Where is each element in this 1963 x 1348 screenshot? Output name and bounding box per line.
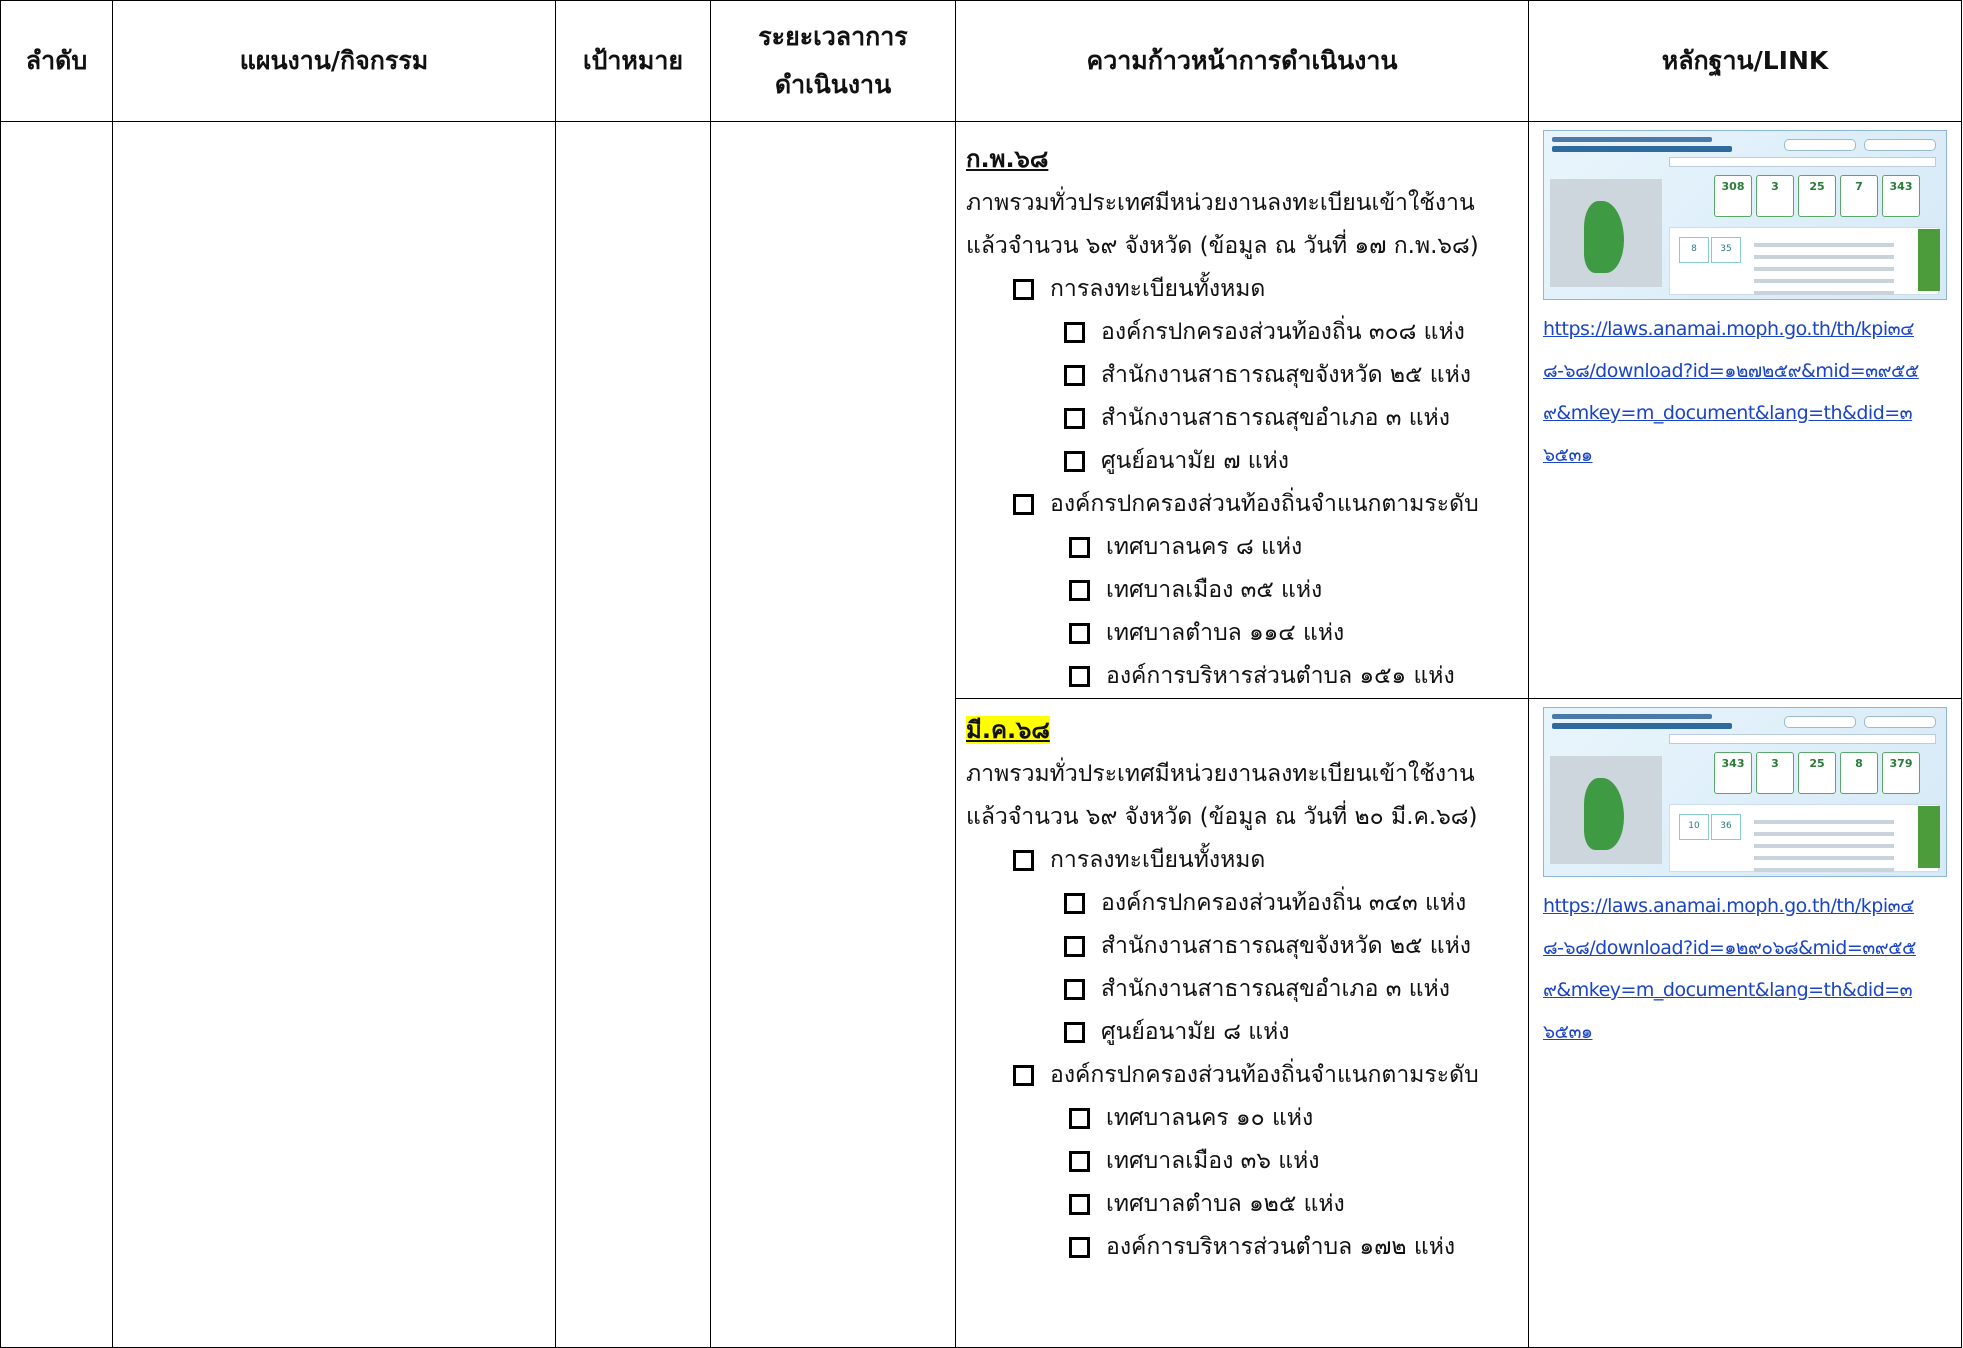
dashboard-screenshot-image: 308 3 25 7 343 8 35 [1543, 130, 1947, 300]
checkbox-icon [1064, 979, 1085, 1000]
plan-cell [112, 121, 556, 1348]
checkbox-item[interactable]: เทศบาลเมือง ๓๖ แห่ง [966, 1140, 1518, 1183]
checkbox-item[interactable]: องค์กรปกครองส่วนท้องถิ่น ๓๐๘ แห่ง [966, 311, 1518, 354]
progress-table: ลำดับ แผนงาน/กิจกรรม เป้าหมาย ระยะเวลากา… [0, 0, 1962, 1348]
checkbox-icon [1069, 666, 1090, 687]
progress-cell-feb: ก.พ.๖๘ ภาพรวมทั่วประเทศมีหน่วยงานลงทะเบี… [955, 121, 1529, 699]
checkbox-icon [1013, 494, 1034, 515]
checkbox-item[interactable]: องค์กรปกครองส่วนท้องถิ่นจำแนกตามระดับ [966, 1054, 1518, 1097]
checkbox-icon [1064, 365, 1085, 386]
checkbox-icon [1069, 580, 1090, 601]
table-row: ก.พ.๖๘ ภาพรวมทั่วประเทศมีหน่วยงานลงทะเบี… [0, 121, 1962, 1348]
checkbox-icon [1069, 1237, 1090, 1258]
col-duration-header: ระยะเวลาการดำเนินงาน [710, 0, 956, 122]
col-progress-header: ความก้าวหน้าการดำเนินงาน [955, 0, 1529, 122]
header-row: ลำดับ แผนงาน/กิจกรรม เป้าหมาย ระยะเวลากา… [0, 0, 1962, 122]
checkbox-item[interactable]: การลงทะเบียนทั้งหมด [966, 268, 1518, 311]
checkbox-item[interactable]: เทศบาลตำบล ๑๑๔ แห่ง [966, 612, 1518, 655]
checkbox-icon [1064, 936, 1085, 957]
checkbox-item[interactable]: สำนักงานสาธารณสุขจังหวัด ๒๕ แห่ง [966, 354, 1518, 397]
col-evidence-header: หลักฐาน/LINK [1528, 0, 1962, 122]
evidence-link[interactable]: https://laws.anamai.moph.go.th/th/kpi๓๔๘… [1543, 885, 1923, 1053]
evidence-cell-feb: 308 3 25 7 343 8 35 https://laws.anamai.m… [1528, 121, 1962, 699]
checkbox-item[interactable]: การลงทะเบียนทั้งหมด [966, 839, 1518, 882]
checkbox-item[interactable]: เทศบาลเมือง ๓๕ แห่ง [966, 569, 1518, 612]
checkbox-icon [1069, 1151, 1090, 1172]
checkbox-icon [1069, 1108, 1090, 1129]
checkbox-icon [1069, 623, 1090, 644]
col-order-header: ลำดับ [0, 0, 113, 122]
col-plan-header: แผนงาน/กิจกรรม [112, 0, 556, 122]
checkbox-icon [1064, 451, 1085, 472]
checkbox-icon [1064, 1022, 1085, 1043]
month-label: มี.ค.๖๘ [966, 716, 1050, 744]
checkbox-item[interactable]: องค์กรปกครองส่วนท้องถิ่นจำแนกตามระดับ [966, 483, 1518, 526]
order-cell [0, 121, 113, 1348]
checkbox-icon [1013, 1065, 1034, 1086]
duration-cell [710, 121, 956, 1348]
month-label: ก.พ.๖๘ [966, 145, 1049, 173]
checkbox-item[interactable]: องค์กรปกครองส่วนท้องถิ่น ๓๔๓ แห่ง [966, 882, 1518, 925]
checkbox-item[interactable]: ศูนย์อนามัย ๘ แห่ง [966, 1011, 1518, 1054]
checkbox-icon [1069, 537, 1090, 558]
target-cell [555, 121, 711, 1348]
progress-cell-mar: มี.ค.๖๘ ภาพรวมทั่วประเทศมีหน่วยงานลงทะเบ… [955, 698, 1529, 1348]
checkbox-item[interactable]: เทศบาลนคร ๑๐ แห่ง [966, 1097, 1518, 1140]
checkbox-item[interactable]: องค์การบริหารส่วนตำบล ๑๕๑ แห่ง [966, 655, 1518, 698]
evidence-link[interactable]: https://laws.anamai.moph.go.th/th/kpi๓๔๘… [1543, 308, 1923, 476]
checkbox-icon [1013, 850, 1034, 871]
checkbox-item[interactable]: เทศบาลนคร ๘ แห่ง [966, 526, 1518, 569]
checkbox-icon [1069, 1194, 1090, 1215]
col-target-header: เป้าหมาย [555, 0, 711, 122]
summary-line: แล้วจำนวน ๖๙ จังหวัด (ข้อมูล ณ วันที่ ๒๐… [966, 804, 1478, 830]
checkbox-icon [1064, 893, 1085, 914]
dashboard-screenshot-image: 343 3 25 8 379 10 36 [1543, 707, 1947, 877]
evidence-cell-mar: 343 3 25 8 379 10 36 https://laws.anamai.… [1528, 698, 1962, 1348]
checkbox-item[interactable]: ศูนย์อนามัย ๗ แห่ง [966, 440, 1518, 483]
summary-line: ภาพรวมทั่วประเทศมีหน่วยงานลงทะเบียนเข้าใ… [966, 190, 1475, 216]
checkbox-item[interactable]: เทศบาลตำบล ๑๒๕ แห่ง [966, 1183, 1518, 1226]
checkbox-icon [1064, 322, 1085, 343]
checkbox-icon [1064, 408, 1085, 429]
checkbox-item[interactable]: องค์การบริหารส่วนตำบล ๑๗๒ แห่ง [966, 1226, 1518, 1269]
summary-line: ภาพรวมทั่วประเทศมีหน่วยงานลงทะเบียนเข้าใ… [966, 761, 1475, 787]
checkbox-item[interactable]: สำนักงานสาธารณสุขอำเภอ ๓ แห่ง [966, 968, 1518, 1011]
checkbox-item[interactable]: สำนักงานสาธารณสุขอำเภอ ๓ แห่ง [966, 397, 1518, 440]
summary-line: แล้วจำนวน ๖๙ จังหวัด (ข้อมูล ณ วันที่ ๑๗… [966, 233, 1479, 259]
checkbox-item[interactable]: สำนักงานสาธารณสุขจังหวัด ๒๕ แห่ง [966, 925, 1518, 968]
checkbox-icon [1013, 279, 1034, 300]
